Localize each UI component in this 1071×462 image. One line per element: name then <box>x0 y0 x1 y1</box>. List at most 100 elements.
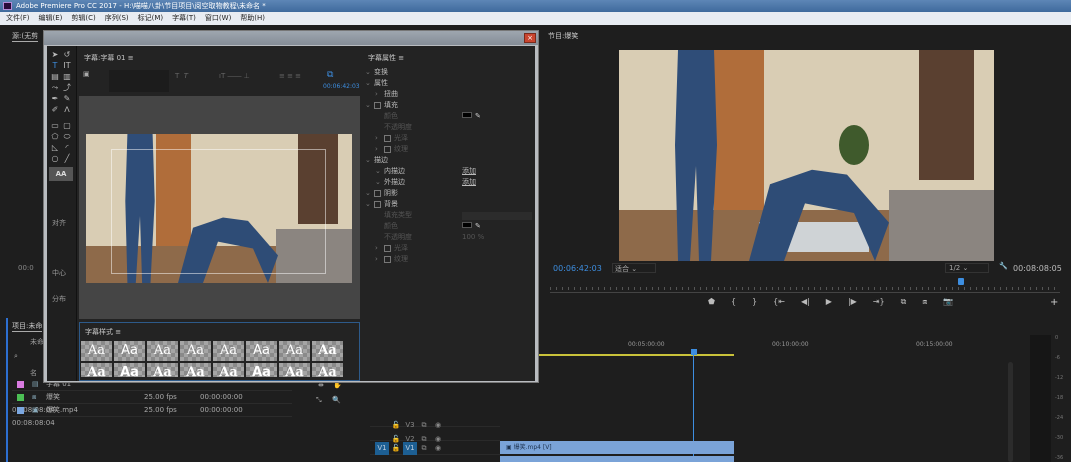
source-patch[interactable]: V1 <box>375 442 389 455</box>
property-row[interactable]: › 光泽 <box>365 243 533 254</box>
rounded-rect-tool-icon[interactable]: ▢ <box>62 121 72 130</box>
title-style-swatch[interactable]: Aa <box>279 341 310 361</box>
chevron-right-icon[interactable]: › <box>375 89 384 100</box>
play-icon[interactable]: ▶ <box>826 297 832 306</box>
menu-item[interactable]: 帮助(H) <box>240 14 265 22</box>
property-checkbox[interactable] <box>384 244 391 252</box>
title-style-swatch[interactable]: Aa <box>312 363 343 377</box>
label-color-swatch[interactable] <box>17 394 24 401</box>
property-value[interactable]: 100 % <box>462 232 484 243</box>
title-style-swatch[interactable]: Aa <box>114 341 145 361</box>
title-style-swatch[interactable]: Aa <box>114 363 145 377</box>
clipped-rect-tool-icon[interactable]: ⬠ <box>50 132 60 141</box>
property-row[interactable]: › 纹理 <box>365 144 533 155</box>
chevron-down-icon[interactable]: ⌄ <box>365 67 374 78</box>
menu-item[interactable]: 剪辑(C) <box>71 14 95 22</box>
chevron-down-icon[interactable]: ⌄ <box>365 100 374 111</box>
property-checkbox[interactable] <box>384 145 391 153</box>
mark-in-icon[interactable]: { <box>731 297 736 306</box>
bold-icon[interactable]: T T <box>175 72 188 80</box>
go-to-out-icon[interactable]: ⇥} <box>873 297 885 306</box>
selection-tool-icon[interactable]: ➤ <box>50 50 60 59</box>
property-row[interactable]: ⌄ 描边 <box>365 155 533 166</box>
wedge-tool-icon[interactable]: ◺ <box>50 143 60 152</box>
eye-icon[interactable]: ◉ <box>431 442 445 455</box>
property-row[interactable]: ⌄ 外描边 添加 <box>365 177 533 188</box>
line-tool-icon[interactable]: ╱ <box>62 154 72 163</box>
title-style-swatch[interactable]: Aa <box>147 363 178 377</box>
background-video-icon[interactable]: ⧉ <box>327 70 333 80</box>
export-frame-camera-icon[interactable]: 📷 <box>943 297 953 306</box>
property-checkbox[interactable] <box>384 255 391 263</box>
close-button[interactable]: × <box>524 33 536 43</box>
property-checkbox[interactable] <box>374 189 381 197</box>
menu-item[interactable]: 标记(M) <box>138 14 164 22</box>
menu-item[interactable]: 序列(S) <box>105 14 129 22</box>
property-row[interactable]: ⌄ 阴影 <box>365 188 533 199</box>
search-icon[interactable]: ⌕ <box>14 352 18 361</box>
property-row[interactable]: ⌄ 内描边 添加 <box>365 166 533 177</box>
chevron-down-icon[interactable]: ⌄ <box>375 177 384 188</box>
tab-program[interactable]: 节目:爆笑 <box>548 31 578 41</box>
eyedropper-icon[interactable]: ✎ <box>475 112 481 120</box>
roll-crawl-icon[interactable]: ▣ <box>83 70 97 92</box>
property-row[interactable]: ⌄ 属性 <box>365 78 533 89</box>
kerning-icon[interactable]: ıT ―― ⊥ <box>219 72 250 80</box>
vertical-area-type-icon[interactable]: ▥ <box>62 72 72 81</box>
title-style-swatch[interactable]: Aa <box>279 363 310 377</box>
property-checkbox[interactable] <box>374 101 381 109</box>
fit-dropdown[interactable]: 适合 ⌄ <box>612 263 656 273</box>
property-row[interactable]: ⌄ 背景 <box>365 199 533 210</box>
source-patch[interactable] <box>375 428 389 441</box>
menu-item[interactable]: 字幕(T) <box>172 14 196 22</box>
color-picker[interactable]: ✎ <box>462 221 481 232</box>
resolution-dropdown[interactable]: 1/2 ⌄ <box>945 263 989 273</box>
step-back-icon[interactable]: ◀| <box>801 297 810 306</box>
project-item[interactable]: ▣ 爆笑.mp4 25.00 fps 00:00:00:00 00:08:08:04 <box>12 404 292 427</box>
program-playhead[interactable] <box>958 278 964 285</box>
title-style-swatch[interactable]: Aa <box>213 363 244 377</box>
timeline-playhead-handle[interactable] <box>691 349 697 355</box>
add-button-icon[interactable]: + <box>1050 297 1058 308</box>
chevron-down-icon[interactable]: ⌄ <box>365 155 374 166</box>
program-scrub-bar[interactable] <box>550 285 1060 293</box>
eyedropper-icon[interactable]: ✎ <box>475 222 481 230</box>
delete-anchor-icon[interactable]: ✎ <box>62 94 72 103</box>
menu-item[interactable]: 文件(F) <box>6 14 30 22</box>
title-style-swatch[interactable]: Aa <box>180 341 211 361</box>
tab-source[interactable]: 源:(无剪 <box>12 31 39 42</box>
add-anchor-icon[interactable]: ✐ <box>50 105 60 114</box>
project-item[interactable]: ⧈ 爆笑 25.00 fps 00:00:00:0000:08:08:04 <box>12 391 292 414</box>
rotate-tool-icon[interactable]: ↺ <box>62 50 72 59</box>
rectangle-tool-icon[interactable]: ▭ <box>50 121 60 130</box>
lock-icon[interactable]: 🔓 <box>389 442 403 455</box>
title-style-swatch[interactable]: Aa <box>180 363 211 377</box>
title-style-swatch[interactable]: Aa <box>312 341 343 361</box>
color-picker[interactable]: ✎ <box>462 111 481 122</box>
ellipse-tool-icon[interactable]: ○ <box>50 154 60 163</box>
zoom-tool-icon[interactable]: 🔍 <box>332 396 341 404</box>
chevron-down-icon[interactable]: ⌄ <box>365 78 374 89</box>
menu-item[interactable]: 窗口(W) <box>205 14 231 22</box>
label-color-swatch[interactable] <box>17 407 24 414</box>
source-patch[interactable] <box>375 414 389 427</box>
track-header[interactable]: V1 🔓 V1 ⧉ ◉ <box>370 442 500 455</box>
program-playhead-timecode[interactable]: 00:06:42:03 <box>553 264 602 273</box>
property-row[interactable]: 颜色 ✎ <box>365 221 533 232</box>
type-tool-icon[interactable]: T <box>50 61 60 70</box>
titler-dialog-titlebar[interactable] <box>44 31 538 45</box>
track-header[interactable]: 🔓 V2 ⧉ ◉ <box>370 428 500 443</box>
property-row[interactable]: 填充类型 <box>365 210 533 221</box>
background-timecode[interactable]: 00:06:42:03 <box>323 83 360 90</box>
property-checkbox[interactable] <box>384 134 391 142</box>
property-row[interactable]: 颜色 ✎ <box>365 111 533 122</box>
add-link[interactable]: 添加 <box>462 177 476 188</box>
title-style-swatch[interactable]: Aa <box>246 341 277 361</box>
chevron-right-icon[interactable]: › <box>375 144 384 155</box>
vertical-path-type-icon[interactable]: ⤴ <box>62 83 72 92</box>
area-type-tool-icon[interactable]: ▤ <box>50 72 60 81</box>
go-to-in-icon[interactable]: {⇤ <box>773 297 785 306</box>
slip-tool-icon[interactable]: ⤡ <box>316 396 322 405</box>
tab-project[interactable]: 项目:未命 <box>12 321 43 332</box>
column-header-name[interactable]: 名 <box>30 368 37 378</box>
